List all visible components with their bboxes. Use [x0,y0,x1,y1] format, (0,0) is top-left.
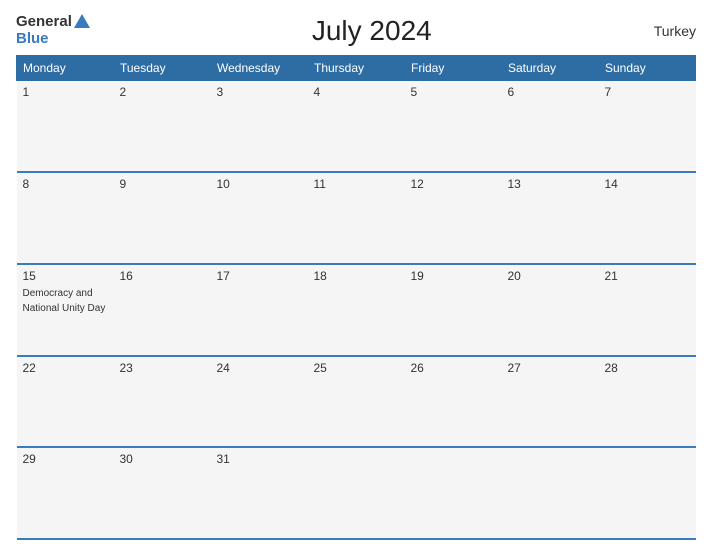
calendar-cell: 13 [502,172,599,264]
calendar-cell: 23 [114,356,211,448]
day-number: 4 [314,85,399,99]
calendar-week-row: 29 30 31 [17,447,696,539]
calendar-cell: 22 [17,356,114,448]
day-number: 14 [605,177,690,191]
calendar-cell: 28 [599,356,696,448]
day-number: 17 [217,269,302,283]
calendar-page: General Blue July 2024 Turkey Monday Tue… [0,0,712,550]
calendar-cell: 20 [502,264,599,356]
day-number: 15 [23,269,108,283]
calendar-cell: 4 [308,81,405,173]
day-number: 5 [411,85,496,99]
calendar-cell: 21 [599,264,696,356]
col-tuesday: Tuesday [114,56,211,81]
col-sunday: Sunday [599,56,696,81]
day-number: 24 [217,361,302,375]
calendar-cell: 7 [599,81,696,173]
day-number: 25 [314,361,399,375]
col-friday: Friday [405,56,502,81]
calendar-week-row: 89 10 11 12 13 14 [17,172,696,264]
col-monday: Monday [17,56,114,81]
calendar-header-row: Monday Tuesday Wednesday Thursday Friday… [17,56,696,81]
calendar-table: Monday Tuesday Wednesday Thursday Friday… [16,55,696,540]
calendar-cell: 3 [211,81,308,173]
day-number: 28 [605,361,690,375]
day-number: 31 [217,452,302,466]
day-number: 20 [508,269,593,283]
logo-blue-text: Blue [16,31,49,48]
calendar-cell: 19 [405,264,502,356]
calendar-title: July 2024 [312,15,432,47]
day-number: 19 [411,269,496,283]
calendar-cell: 8 [17,172,114,264]
calendar-cell: 30 [114,447,211,539]
day-number: 9 [120,177,205,191]
calendar-week-row: 15 Democracy and National Unity Day 16 17 18… [17,264,696,356]
day-number: 3 [217,85,302,99]
logo: General Blue [16,14,90,47]
calendar-cell: 16 [114,264,211,356]
calendar-week-row: 1234567 [17,81,696,173]
col-thursday: Thursday [308,56,405,81]
day-number: 30 [120,452,205,466]
calendar-cell: 11 [308,172,405,264]
day-number: 6 [508,85,593,99]
calendar-cell: 31 [211,447,308,539]
country-label: Turkey [654,23,696,39]
calendar-cell: 1 [17,81,114,173]
day-number: 26 [411,361,496,375]
day-number: 7 [605,85,690,99]
day-number: 27 [508,361,593,375]
col-wednesday: Wednesday [211,56,308,81]
calendar-cell: 10 [211,172,308,264]
calendar-cell: 18 [308,264,405,356]
day-number: 16 [120,269,205,283]
day-number: 21 [605,269,690,283]
calendar-cell [405,447,502,539]
logo-general-text: General [16,14,72,31]
calendar-cell: 15 Democracy and National Unity Day [17,264,114,356]
day-number: 8 [23,177,108,191]
day-number: 10 [217,177,302,191]
calendar-cell: 29 [17,447,114,539]
day-number: 1 [23,85,108,99]
calendar-cell: 27 [502,356,599,448]
calendar-cell: 12 [405,172,502,264]
day-number: 11 [314,177,399,191]
day-number: 2 [120,85,205,99]
day-number: 22 [23,361,108,375]
calendar-cell: 25 [308,356,405,448]
day-number: 29 [23,452,108,466]
calendar-cell: 6 [502,81,599,173]
calendar-cell: 24 [211,356,308,448]
header: General Blue July 2024 Turkey [16,10,696,55]
calendar-week-row: 22 23 24 25 26 27 28 [17,356,696,448]
col-saturday: Saturday [502,56,599,81]
day-number: 13 [508,177,593,191]
calendar-cell [599,447,696,539]
day-number: 23 [120,361,205,375]
calendar-cell: 5 [405,81,502,173]
calendar-cell: 2 [114,81,211,173]
calendar-cell: 26 [405,356,502,448]
event-text: Democracy and National Unity Day [23,288,106,314]
calendar-cell: 17 [211,264,308,356]
calendar-cell: 9 [114,172,211,264]
calendar-cell [502,447,599,539]
calendar-cell: 14 [599,172,696,264]
logo-triangle-icon [74,14,90,28]
day-number: 12 [411,177,496,191]
day-number: 18 [314,269,399,283]
calendar-cell [308,447,405,539]
